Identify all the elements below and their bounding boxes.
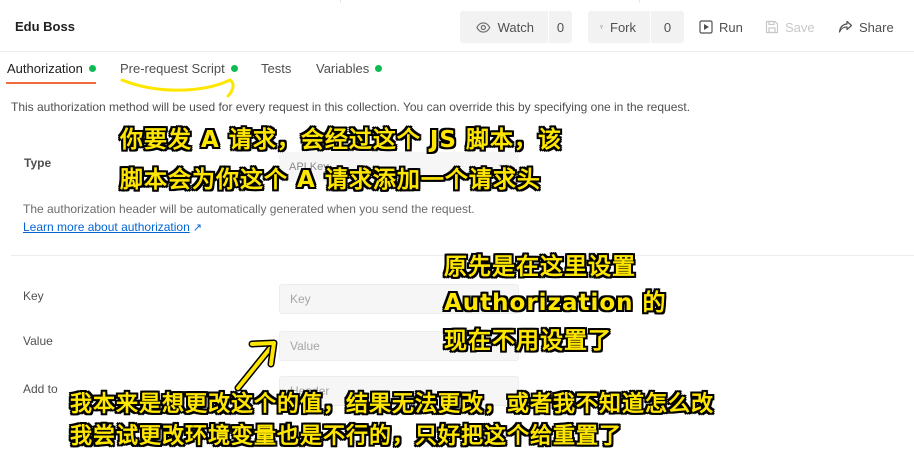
tab-tests-label: Tests (261, 61, 292, 76)
annotation-text-7: 我尝试更改环境变量也是不行的，只好把这个给重置了 (70, 424, 623, 449)
tab-variables[interactable]: Variables (316, 61, 383, 76)
annotation-arrow-line (234, 342, 276, 392)
share-label: Share (859, 19, 894, 35)
annotation-arrow-head (248, 339, 278, 368)
collection-tabs: Authorization Pre-request Script Tests V… (0, 52, 914, 86)
share-button[interactable]: Share (838, 11, 894, 43)
status-dot (230, 65, 238, 72)
header-bar: Edu Boss Watch 0 Fork 0 Run Save Share (0, 0, 914, 52)
watch-count[interactable]: 0 (548, 11, 572, 43)
type-label: Type (24, 156, 52, 170)
active-tab-underline (6, 82, 96, 84)
fork-button[interactable]: Fork (588, 11, 650, 43)
tab-variables-label: Variables (316, 61, 370, 76)
key-label: Key (23, 289, 44, 303)
annotation-arrow-line-fill (236, 344, 274, 390)
learn-more-link[interactable]: Learn more about authorization ↗ (23, 220, 202, 234)
learn-more-label: Learn more about authorization (23, 220, 190, 234)
annotation-arrow-head-fill (250, 341, 276, 366)
annotation-text-5: 现在不用设置了 (444, 328, 612, 354)
tab-pre-request-script[interactable]: Pre-request Script (120, 61, 238, 76)
auth-description: This authorization method will be used f… (11, 100, 691, 114)
collection-title: Edu Boss (15, 19, 75, 34)
save-icon (765, 20, 779, 34)
add-to-label: Add to (23, 382, 58, 396)
tab-pre-request-label: Pre-request Script (120, 61, 225, 76)
eye-icon (476, 21, 491, 33)
annotation-text-4: Authorization 的 (444, 290, 667, 316)
tab-tests[interactable]: Tests (261, 61, 291, 76)
annotation-text-6: 我本来是想更改这个的值，结果无法更改，或者我不知道怎么改 (70, 392, 715, 417)
fork-label: Fork (610, 19, 636, 35)
fork-icon (600, 25, 603, 29)
annotation-text-3: 原先是在这里设置 (444, 254, 636, 280)
helper-text: The authorization header will be automat… (23, 202, 475, 216)
play-icon (699, 20, 713, 34)
watch-button[interactable]: Watch (460, 11, 548, 43)
tab-authorization-label: Authorization (7, 61, 83, 76)
save-label: Save (785, 19, 815, 35)
status-dot (375, 65, 383, 72)
fork-button-group[interactable]: Fork 0 (588, 11, 684, 43)
watch-label: Watch (497, 19, 534, 35)
external-link-icon: ↗ (192, 222, 202, 234)
status-dot (88, 65, 96, 72)
tab-authorization[interactable]: Authorization (7, 61, 96, 76)
value-label: Value (23, 334, 53, 348)
fork-count[interactable]: 0 (650, 11, 684, 43)
run-button[interactable]: Run (699, 11, 743, 43)
save-button[interactable]: Save (765, 11, 815, 43)
share-icon (838, 20, 853, 33)
active-tab-frame (340, 0, 640, 3)
watch-button-group[interactable]: Watch 0 (460, 11, 572, 43)
annotation-text-2: 脚本会为你这个 A 请求添加一个请求头 (120, 167, 541, 193)
annotation-text-1: 你要发 A 请求，会经过这个 JS 脚本，该 (120, 127, 562, 153)
run-label: Run (719, 19, 743, 35)
